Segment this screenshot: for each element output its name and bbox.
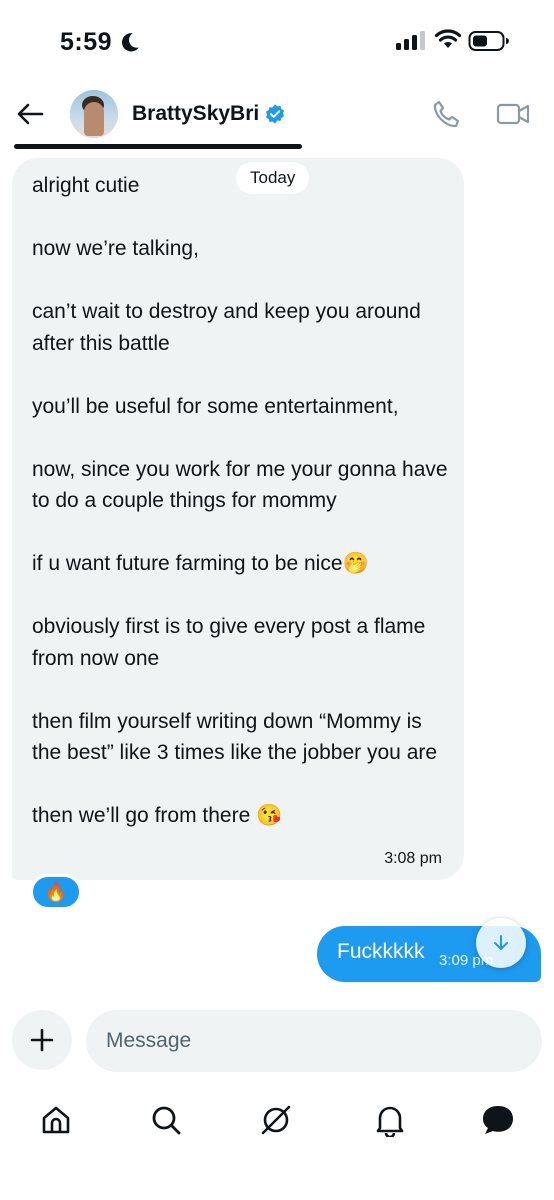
verified-badge-icon [265,104,285,124]
nav-messages-button[interactable] [478,1100,518,1140]
notifications-bell-icon [376,1106,404,1137]
contact-name[interactable]: BrattySkyBri [132,102,259,126]
video-call-button[interactable] [496,98,530,130]
arrow-down-icon [494,935,508,950]
back-button[interactable] [12,96,48,132]
status-bar: 5:59 [0,0,554,80]
bottom-navigation [0,1086,554,1156]
contact-avatar[interactable] [70,90,118,138]
home-icon [42,1106,70,1134]
cellular-signal-icon [396,31,425,50]
nav-home-button[interactable] [36,1100,76,1140]
search-icon [152,1106,181,1135]
fire-emoji-icon: 🔥 [44,881,68,902]
status-time: 5:59 [60,28,113,56]
incoming-message-bubble[interactable]: alright cutie now we’re talking, can’t w… [12,158,464,880]
incoming-message-time: 3:08 pm [384,850,442,867]
nav-notifications-button[interactable] [370,1100,410,1140]
incoming-message-text: alright cutie now we’re talking, can’t w… [32,174,448,827]
battery-icon [468,31,509,51]
nav-search-button[interactable] [146,1100,186,1140]
conversation-header: BrattySkyBri [0,84,554,148]
phone-call-button[interactable] [430,98,462,130]
add-media-button[interactable] [12,1010,72,1070]
header-divider [14,144,302,149]
grok-icon [261,1105,291,1135]
date-divider: Today [236,162,310,194]
message-input[interactable] [86,1010,542,1072]
do-not-disturb-moon-icon [121,33,139,52]
messages-icon [483,1106,513,1134]
outgoing-message-text: Fuckkkkk [337,940,425,963]
scroll-to-bottom-button[interactable] [476,918,526,968]
wifi-icon [434,29,462,48]
plus-icon [30,1028,54,1052]
back-arrow-icon [17,103,44,125]
fire-reaction-badge[interactable]: 🔥 [30,874,82,910]
nav-grok-button[interactable] [256,1100,296,1140]
